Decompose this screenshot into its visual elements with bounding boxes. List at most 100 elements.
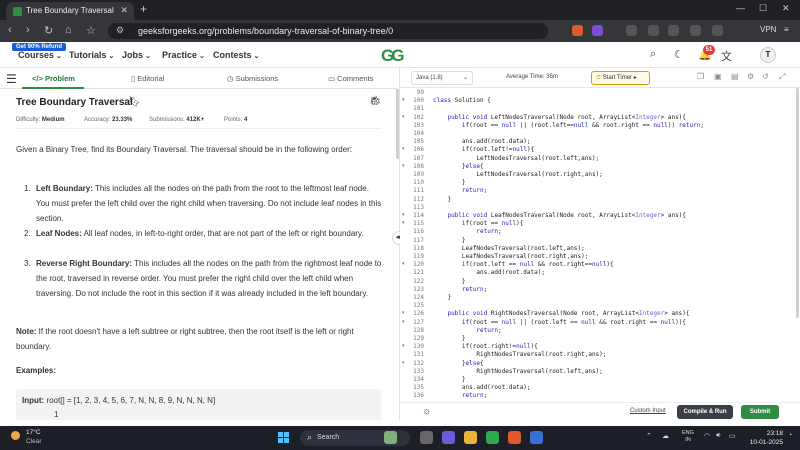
bookmark-icon[interactable]: 🔖︎: [128, 97, 141, 108]
code-line[interactable]: LeafNodesTraversal(root.right,ans);: [433, 253, 588, 261]
maximize-icon[interactable]: ☐: [759, 3, 767, 14]
fold-toggle-icon[interactable]: ▾: [402, 261, 405, 267]
fold-toggle-icon[interactable]: ▾: [402, 114, 405, 120]
code-line[interactable]: }: [433, 335, 466, 343]
close-window-icon[interactable]: ✕: [782, 3, 790, 14]
compile-run-button[interactable]: Compile & Run: [677, 405, 733, 419]
code-line[interactable]: ans.add(root.data);: [433, 384, 531, 392]
code-line[interactable]: }: [433, 376, 466, 384]
fold-toggle-icon[interactable]: ▾: [402, 343, 405, 349]
wifi-icon[interactable]: ◠: [704, 432, 710, 440]
fold-toggle-icon[interactable]: ▾: [402, 319, 405, 325]
code-line[interactable]: }: [433, 196, 451, 204]
tab-submissions[interactable]: ◷ Submissions: [227, 74, 278, 83]
code-line[interactable]: LeafNodesTraversal(root.left,ans);: [433, 245, 585, 253]
code-line[interactable]: if(root.right!=null){: [433, 343, 538, 351]
task-view-icon[interactable]: [420, 431, 433, 444]
code-line[interactable]: public void RightNodesTraversal(Node roo…: [433, 310, 689, 318]
code-line[interactable]: return;: [433, 392, 487, 400]
avatar[interactable]: T: [760, 47, 776, 63]
reload-icon[interactable]: ↻: [44, 24, 53, 37]
fold-toggle-icon[interactable]: ▾: [402, 310, 405, 316]
url-field[interactable]: ⚙ geeksforgeeks.org/problems/boundary-tr…: [108, 23, 548, 39]
forward-icon[interactable]: ›: [26, 24, 30, 36]
copy-icon[interactable]: ❐: [697, 72, 704, 81]
menu-tutorials[interactable]: Tutorials ⌄: [69, 50, 114, 60]
dark-mode-icon[interactable]: ☾: [674, 48, 684, 61]
weather-icon[interactable]: [11, 431, 20, 440]
onedrive-icon[interactable]: ☁: [662, 432, 669, 440]
tray-overflow-icon[interactable]: ⌃: [646, 432, 652, 440]
extensions-icon[interactable]: [626, 25, 637, 36]
layout-icon[interactable]: ▣: [714, 72, 722, 81]
code-line[interactable]: class Solution {: [433, 97, 491, 105]
editor-scrollbar[interactable]: [796, 88, 799, 318]
sidebar-icon[interactable]: [648, 25, 659, 36]
copilot-icon[interactable]: [442, 431, 455, 444]
browser-menu-icon[interactable]: ≡: [784, 25, 789, 34]
code-line[interactable]: return;: [433, 286, 487, 294]
widget-app-icon[interactable]: [384, 431, 397, 444]
notification-center-icon[interactable]: ◔: [788, 432, 792, 439]
hamburger-menu-icon[interactable]: ☰: [6, 72, 17, 86]
fold-toggle-icon[interactable]: ▾: [402, 97, 405, 103]
code-line[interactable]: }: [433, 278, 466, 286]
gfg-logo[interactable]: GG: [381, 46, 405, 66]
code-line[interactable]: public void LeftNodesTraversal(Node root…: [433, 114, 685, 122]
code-line[interactable]: if(root == null || (root.left == null &&…: [433, 319, 686, 327]
code-line[interactable]: return;: [433, 228, 501, 236]
reset-icon[interactable]: ↺: [762, 72, 769, 81]
code-line[interactable]: return;: [433, 187, 487, 195]
menu-contests[interactable]: Contests ⌄: [213, 50, 259, 60]
start-timer-button[interactable]: ⏱︎ Start Timer ▸: [591, 71, 650, 85]
code-line[interactable]: LeftNodesTraversal(root.right,ans);: [433, 171, 602, 179]
brave-shield-icon[interactable]: [572, 25, 583, 36]
code-line[interactable]: ans.add(root.data);: [433, 138, 531, 146]
custom-input-link[interactable]: Custom Input: [630, 408, 666, 414]
code-line[interactable]: ans.add(root.data);: [433, 269, 545, 277]
wallet-icon[interactable]: [690, 25, 701, 36]
code-line[interactable]: return;: [433, 327, 501, 335]
fold-toggle-icon[interactable]: ▾: [402, 212, 405, 218]
fold-toggle-icon[interactable]: ▾: [402, 163, 405, 169]
code-line[interactable]: if(root.left!=null){: [433, 146, 534, 154]
translate-icon[interactable]: 文: [721, 48, 732, 64]
home-icon[interactable]: ⌂: [65, 24, 72, 36]
code-line[interactable]: if(root.left == null && root.right==null…: [433, 261, 614, 269]
tab-close-icon[interactable]: ✕: [120, 5, 128, 16]
language-select[interactable]: Java (1.8) ⌄: [411, 71, 473, 85]
settings-icon[interactable]: ⚙: [747, 72, 754, 81]
weather-temperature[interactable]: 17°C: [26, 429, 41, 436]
file-explorer-icon[interactable]: [464, 431, 477, 444]
fullscreen-icon[interactable]: ⤢: [779, 72, 785, 82]
app-icon[interactable]: [486, 431, 499, 444]
code-line[interactable]: if(root == null || (root.left==null && r…: [433, 122, 704, 130]
code-line[interactable]: if(root == null){: [433, 220, 523, 228]
search-icon[interactable]: ⌕: [650, 48, 656, 61]
language-indicator[interactable]: ENG IN: [682, 430, 694, 444]
tab-comments[interactable]: ▭ Comments: [328, 74, 373, 83]
file-icon[interactable]: ▤: [731, 72, 739, 81]
battery-icon[interactable]: ▭: [729, 432, 736, 440]
bookmark-page-icon[interactable]: ☆: [86, 24, 96, 37]
code-line[interactable]: }: [433, 179, 466, 187]
vpn-button[interactable]: VPN: [760, 25, 776, 34]
theme-toggle-icon[interactable]: ☼: [422, 406, 431, 417]
weather-description[interactable]: Clear: [26, 438, 42, 445]
minimize-icon[interactable]: —: [736, 3, 745, 13]
app-icon[interactable]: [530, 431, 543, 444]
new-tab-icon[interactable]: +: [140, 2, 147, 16]
system-clock[interactable]: 23:18 10-01-2025: [745, 429, 783, 447]
fold-toggle-icon[interactable]: ▾: [402, 220, 405, 226]
tab-editorial[interactable]: ▯ Editorial: [131, 74, 164, 83]
menu-courses[interactable]: Courses ⌄: [18, 50, 62, 60]
code-line[interactable]: }: [433, 237, 466, 245]
report-bug-icon[interactable]: 🐞︎: [369, 96, 382, 107]
code-line[interactable]: RightNodesTraversal(root.left,ans);: [433, 368, 602, 376]
tab-problem[interactable]: </> Problem: [32, 74, 75, 83]
brave-browser-icon[interactable]: [508, 431, 521, 444]
code-line[interactable]: }else{: [433, 163, 484, 171]
menu-practice[interactable]: Practice ⌄: [162, 50, 205, 60]
browser-tab[interactable]: Tree Boundary Traversal | Practic ✕: [6, 2, 134, 20]
code-line[interactable]: LeftNodesTraversal(root.left,ans);: [433, 155, 599, 163]
